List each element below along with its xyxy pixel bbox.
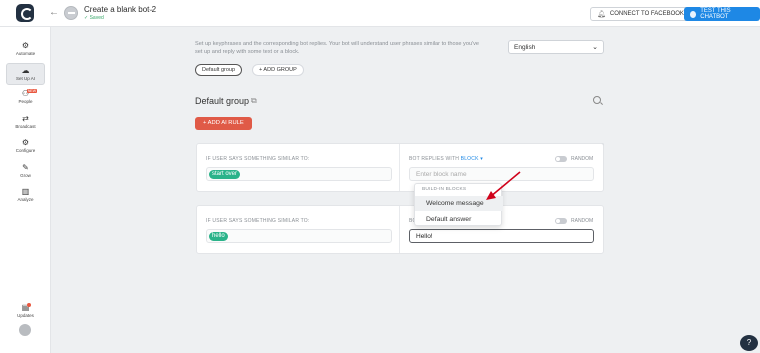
annotation-arrow (486, 171, 521, 200)
help-icon[interactable]: ? (740, 335, 758, 351)
